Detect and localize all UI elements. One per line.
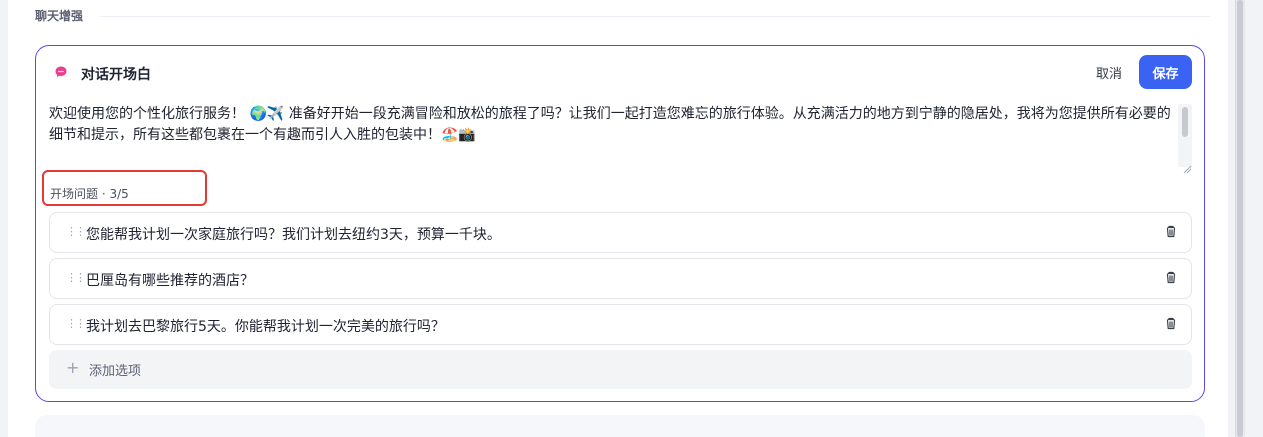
card-title: 对话开场白 (81, 67, 151, 83)
conversation-opener-card: 对话开场白 取消 保存 欢迎使用您的个性化旅行服务！ 🌍✈️ 准备好开始一段充满… (35, 45, 1205, 402)
question-item[interactable]: ⋮⋮ 我计划去巴黎旅行5天。你能帮我计划一次完美的旅行吗？ (49, 304, 1192, 345)
question-text[interactable]: 我计划去巴黎旅行5天。你能帮我计划一次完美的旅行吗？ (86, 316, 445, 336)
question-item[interactable]: ⋮⋮ 您能帮我计划一次家庭旅行吗？我们计划去纽约3天，预算一千块。 (49, 212, 1192, 253)
save-button[interactable]: 保存 (1139, 55, 1192, 89)
drag-handle-icon[interactable]: ⋮⋮ (66, 270, 86, 285)
opening-message-textarea[interactable]: 欢迎使用您的个性化旅行服务！ 🌍✈️ 准备好开始一段充满冒险和放松的旅程了吗？让… (49, 104, 1192, 168)
section-title: 聊天增强 (35, 9, 84, 23)
section-divider (100, 16, 1210, 17)
app-page: 聊天增强 对话开场白 取消 保存 欢迎使用您的个性化旅行服务！ 🌍✈️ 准备好开… (0, 0, 1263, 437)
next-section-card (35, 415, 1205, 437)
add-option-button[interactable]: + 添加选项 (49, 350, 1192, 389)
resize-handle-icon[interactable] (1182, 159, 1192, 174)
question-text[interactable]: 您能帮我计划一次家庭旅行吗？我们计划去纽约3天，预算一千块。 (86, 224, 501, 244)
trash-icon[interactable] (1163, 316, 1179, 332)
drag-handle-icon[interactable]: ⋮⋮ (66, 224, 86, 239)
left-rail (0, 0, 8, 437)
textarea-scrollbar-thumb[interactable] (1182, 107, 1188, 137)
right-gutter (1228, 0, 1263, 437)
plus-icon: + (66, 358, 80, 377)
trash-icon[interactable] (1163, 270, 1179, 286)
drag-handle-icon[interactable]: ⋮⋮ (66, 316, 86, 331)
question-item[interactable]: ⋮⋮ 巴厘岛有哪些推荐的酒店？ (49, 258, 1192, 299)
chat-bubble-icon (54, 64, 68, 78)
opening-questions-label: 开场问题 · 3/5 (50, 187, 129, 201)
trash-icon[interactable] (1163, 224, 1179, 240)
add-option-label[interactable]: 添加选项 (89, 360, 141, 379)
question-text[interactable]: 巴厘岛有哪些推荐的酒店？ (86, 270, 254, 290)
cancel-button[interactable]: 取消 (1096, 63, 1122, 82)
right-scrollbar-thumb[interactable] (1237, 0, 1243, 437)
